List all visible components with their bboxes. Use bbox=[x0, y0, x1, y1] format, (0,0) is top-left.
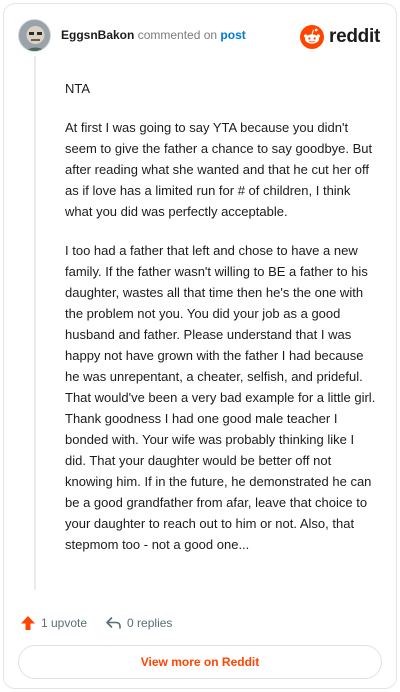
comment-paragraph: At first I was going to say YTA because … bbox=[65, 120, 373, 219]
upvote-count: 1 upvote bbox=[41, 616, 88, 630]
reply-arrow-icon bbox=[106, 617, 121, 629]
comment-meta: EggsnBakon commented on post bbox=[61, 28, 246, 42]
comment-verb: commented on bbox=[137, 28, 218, 42]
comment-header: EggsnBakon commented on post reddit bbox=[18, 19, 382, 55]
upvote-button[interactable]: 1 upvote bbox=[20, 615, 87, 631]
comment-body: NTA At first I was going to say YTA beca… bbox=[65, 78, 377, 573]
reddit-logo[interactable]: reddit bbox=[300, 24, 380, 50]
upvote-arrow-icon bbox=[21, 616, 35, 630]
thread-line[interactable] bbox=[34, 56, 36, 590]
username-link[interactable]: EggsnBakon bbox=[61, 28, 134, 42]
comment-embed-card: EggsnBakon commented on post reddit NTA … bbox=[3, 3, 397, 689]
comment-paragraph: NTA bbox=[65, 81, 91, 96]
comment-actions: 1 upvote 0 replies bbox=[20, 613, 172, 633]
reddit-snoo-icon bbox=[300, 25, 325, 49]
avatar-image bbox=[19, 20, 50, 51]
replies-count: 0 replies bbox=[127, 616, 173, 630]
comment-paragraph: I too had a father that left and chose t… bbox=[65, 243, 376, 552]
view-more-button[interactable]: View more on Reddit bbox=[18, 645, 382, 679]
user-avatar[interactable] bbox=[18, 19, 51, 52]
post-link[interactable]: post bbox=[220, 28, 245, 42]
replies-button[interactable]: 0 replies bbox=[105, 615, 172, 631]
reddit-wordmark: reddit bbox=[329, 26, 380, 47]
